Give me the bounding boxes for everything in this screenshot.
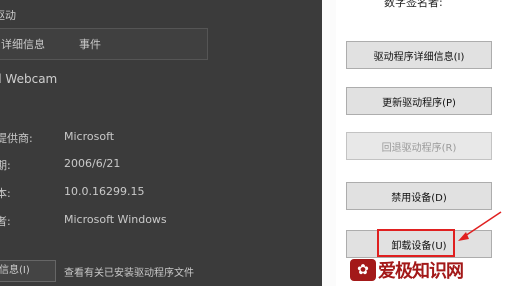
pointer-arrow bbox=[458, 211, 502, 241]
watermark: ✿ 爱极知识网 bbox=[350, 256, 464, 284]
logo-icon: ✿ bbox=[350, 259, 376, 281]
watermark-text: 爱极知识网 bbox=[378, 261, 464, 282]
